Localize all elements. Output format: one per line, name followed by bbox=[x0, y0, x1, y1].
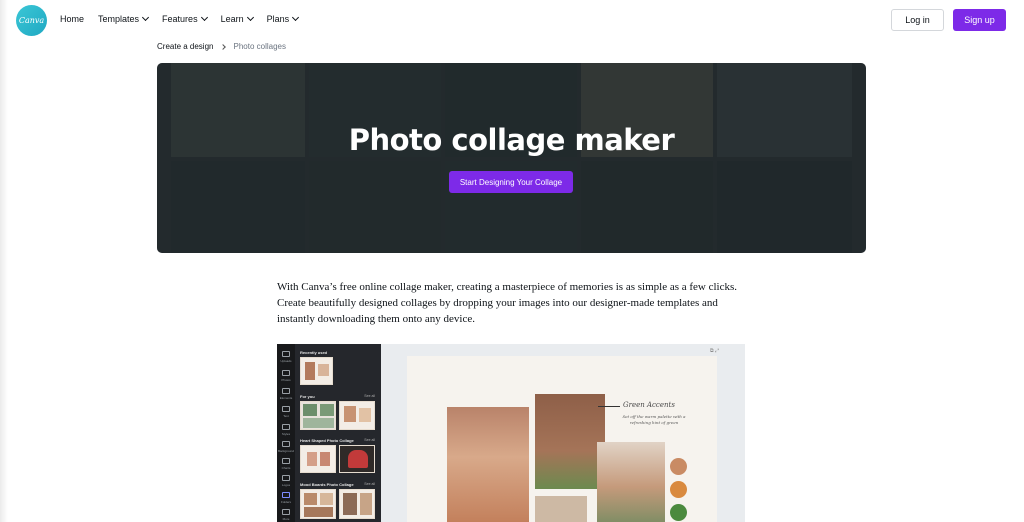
editor-side-rail: Uploads Photos Elements Text Styles Back… bbox=[277, 344, 295, 522]
nav-learn-label: Learn bbox=[220, 14, 244, 24]
collage-photo-woman-green bbox=[597, 442, 665, 522]
canva-logo[interactable]: Canva bbox=[16, 5, 47, 36]
rail-label: Folders bbox=[280, 500, 291, 504]
nav-plans-label: Plans bbox=[266, 14, 290, 24]
nav-home-label: Home bbox=[60, 14, 85, 24]
thumbnail-image bbox=[305, 362, 315, 380]
template-panel: Recently used For you See all Heart Shap… bbox=[295, 344, 381, 522]
chevron-down-icon bbox=[246, 13, 254, 22]
panel-section-title: Recently used bbox=[300, 350, 328, 355]
rail-label: Elements bbox=[279, 396, 293, 400]
color-swatch bbox=[670, 458, 687, 475]
thumbnail-image bbox=[318, 364, 329, 376]
nav-features-label: Features bbox=[162, 14, 198, 24]
collage-photo-woman-hat bbox=[447, 407, 529, 522]
color-swatch bbox=[670, 481, 687, 498]
rail-label: Background bbox=[278, 449, 295, 453]
chevron-down-icon bbox=[200, 13, 208, 22]
panel-section-title: Heart Shaped Photo Collage bbox=[300, 438, 354, 443]
template-thumbnail[interactable] bbox=[300, 445, 336, 473]
start-designing-button[interactable]: Start Designing Your Collage bbox=[449, 171, 573, 193]
page-edge-shadow bbox=[0, 0, 8, 522]
hero-banner: Photo collage maker Start Designing Your… bbox=[157, 63, 866, 253]
thumbnail-image bbox=[320, 493, 333, 505]
panel-section-title: For you bbox=[300, 394, 315, 399]
thumbnail-image bbox=[348, 450, 368, 468]
color-swatch bbox=[670, 504, 687, 521]
logo-text: Canva bbox=[18, 16, 45, 25]
photos-icon bbox=[282, 370, 290, 376]
hero-overlay bbox=[157, 63, 866, 253]
chevron-right-icon bbox=[220, 43, 227, 50]
rail-label: Uploads bbox=[280, 359, 292, 363]
nav-templates[interactable]: Templates bbox=[98, 13, 150, 24]
breadcrumb-create-design[interactable]: Create a design bbox=[157, 42, 213, 51]
more-icon bbox=[282, 509, 290, 515]
thumbnail-image bbox=[343, 493, 357, 515]
nav-features[interactable]: Features bbox=[162, 13, 208, 24]
panel-section-title: Mood Boards Photo Collage bbox=[300, 482, 354, 487]
top-header: Canva Home Templates Features Learn Plan… bbox=[0, 0, 1024, 40]
rail-label: Logos bbox=[281, 483, 291, 487]
rail-label: Text bbox=[283, 414, 289, 418]
logos-icon bbox=[282, 475, 290, 481]
intro-paragraph: With Canva’s free online collage maker, … bbox=[277, 281, 738, 325]
thumbnail-image bbox=[320, 404, 334, 416]
breadcrumb: Create a design Photo collages bbox=[157, 42, 286, 51]
text-icon bbox=[282, 406, 290, 412]
see-all-link[interactable]: See all bbox=[364, 394, 375, 398]
login-button[interactable]: Log in bbox=[891, 9, 944, 31]
template-thumbnail[interactable] bbox=[339, 489, 375, 519]
see-all-link[interactable]: See all bbox=[364, 438, 375, 442]
accent-description: Set off the warm palette with a refreshi… bbox=[622, 414, 686, 425]
nav-home[interactable]: Home bbox=[60, 14, 84, 24]
nav-learn[interactable]: Learn bbox=[220, 13, 254, 24]
template-thumbnail[interactable] bbox=[300, 357, 333, 385]
elements-icon bbox=[282, 388, 290, 394]
collage-photo-small bbox=[535, 496, 587, 522]
thumbnail-image bbox=[304, 507, 333, 517]
hero-title: Photo collage maker bbox=[348, 123, 675, 157]
template-thumbnail[interactable] bbox=[300, 401, 336, 430]
design-canvas[interactable]: Green Accents Set off the warm palette w… bbox=[407, 356, 717, 522]
editor-preview-image: Uploads Photos Elements Text Styles Back… bbox=[277, 344, 745, 522]
thumbnail-image bbox=[359, 408, 371, 422]
rail-label: More bbox=[282, 517, 290, 521]
rail-label: Charts bbox=[281, 466, 291, 470]
uploads-icon bbox=[282, 351, 290, 357]
thumbnail-image bbox=[304, 493, 317, 505]
chevron-down-icon bbox=[142, 13, 150, 22]
collage-photo-plant bbox=[535, 394, 605, 489]
nav-plans[interactable]: Plans bbox=[266, 13, 300, 24]
template-thumbnail[interactable] bbox=[339, 445, 375, 473]
rail-label: Styles bbox=[281, 432, 291, 436]
template-thumbnail[interactable] bbox=[300, 489, 336, 519]
chevron-down-icon bbox=[292, 13, 300, 22]
nav-templates-label: Templates bbox=[98, 14, 140, 24]
charts-icon bbox=[282, 458, 290, 464]
thumbnail-image bbox=[303, 404, 317, 416]
background-icon bbox=[282, 441, 290, 447]
rail-label: Photos bbox=[281, 378, 291, 382]
canvas-toolbar-icons[interactable]: ⧉ ⤢ bbox=[710, 348, 719, 354]
folder-icon bbox=[282, 492, 290, 498]
styles-icon bbox=[282, 424, 290, 430]
thumbnail-image bbox=[320, 452, 330, 466]
thumbnail-image bbox=[307, 452, 317, 466]
breadcrumb-current: Photo collages bbox=[233, 42, 286, 51]
thumbnail-image bbox=[360, 493, 372, 515]
thumbnail-image bbox=[344, 406, 356, 422]
main-nav: Home Templates Features Learn Plans bbox=[60, 13, 312, 24]
accent-title: Green Accents bbox=[623, 401, 675, 409]
template-thumbnail[interactable] bbox=[339, 401, 375, 430]
arrow-icon bbox=[598, 406, 620, 407]
see-all-link[interactable]: See all bbox=[364, 482, 375, 486]
thumbnail-image bbox=[303, 418, 334, 428]
signup-button[interactable]: Sign up bbox=[953, 9, 1006, 31]
